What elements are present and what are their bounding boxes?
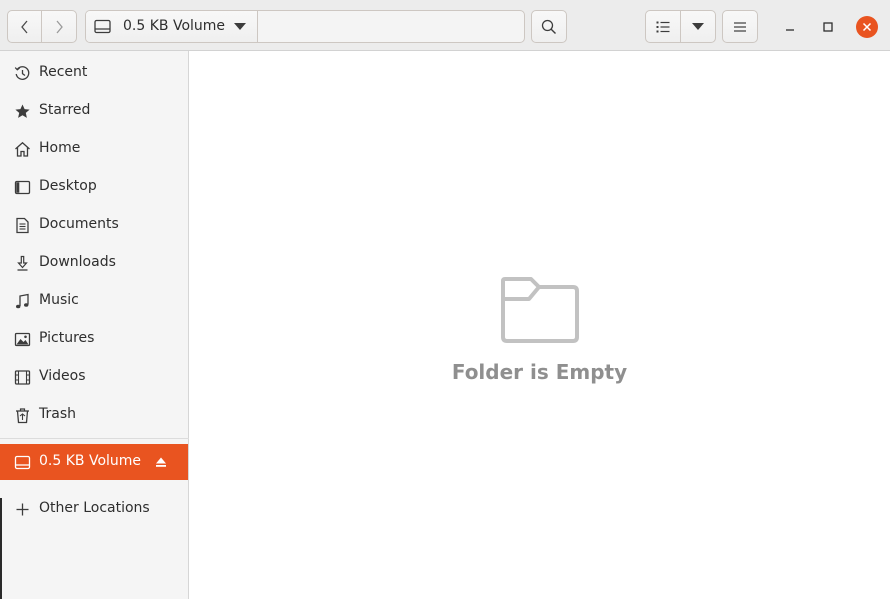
drive-icon bbox=[14, 455, 31, 470]
sidebar-separator bbox=[0, 438, 189, 439]
home-icon bbox=[15, 141, 30, 157]
sidebar-item-label: Documents bbox=[39, 216, 119, 232]
search-button[interactable] bbox=[531, 10, 567, 43]
sidebar-item-pictures[interactable]: Pictures bbox=[0, 321, 188, 357]
sidebar-item-downloads[interactable]: Downloads bbox=[0, 245, 188, 281]
list-view-icon bbox=[656, 21, 670, 32]
video-icon bbox=[14, 370, 31, 385]
back-button[interactable] bbox=[7, 10, 42, 43]
trash-icon bbox=[16, 408, 29, 424]
document-icon bbox=[16, 217, 29, 234]
sidebar-item-volume[interactable]: 0.5 KB Volume bbox=[0, 444, 188, 480]
sidebar-item-label: Videos bbox=[39, 368, 86, 384]
file-manager-window: 0.5 KB Volume Recent Starred Home Deskto… bbox=[0, 0, 890, 599]
sidebar-item-label: Trash bbox=[39, 406, 76, 422]
minimize-button[interactable] bbox=[778, 16, 802, 38]
music-icon bbox=[16, 293, 29, 309]
desktop-icon bbox=[14, 180, 31, 195]
folder-icon bbox=[501, 277, 579, 343]
eject-icon[interactable] bbox=[155, 456, 167, 468]
sidebar-item-label: Pictures bbox=[39, 330, 95, 346]
sidebar: Recent Starred Home Desktop Documents Do… bbox=[0, 51, 189, 599]
sidebar-item-trash[interactable]: Trash bbox=[0, 397, 188, 433]
content-area[interactable]: Folder is Empty bbox=[189, 51, 890, 599]
location-label: 0.5 KB Volume bbox=[123, 18, 226, 34]
sidebar-item-label: Starred bbox=[39, 102, 91, 118]
sidebar-item-starred[interactable]: Starred bbox=[0, 93, 188, 129]
minimize-icon bbox=[786, 29, 794, 31]
header-bar: 0.5 KB Volume bbox=[0, 0, 890, 51]
plus-icon bbox=[16, 503, 29, 516]
main-menu-button[interactable] bbox=[722, 10, 758, 43]
forward-button[interactable] bbox=[41, 10, 77, 43]
location-button[interactable]: 0.5 KB Volume bbox=[86, 11, 258, 42]
path-bar: 0.5 KB Volume bbox=[85, 10, 525, 43]
sidebar-item-label: Other Locations bbox=[39, 500, 150, 516]
sidebar-item-label: 0.5 KB Volume bbox=[39, 453, 142, 469]
sidebar-item-music[interactable]: Music bbox=[0, 283, 188, 319]
sidebar-item-documents[interactable]: Documents bbox=[0, 207, 188, 243]
star-icon bbox=[15, 104, 30, 118]
sidebar-item-recent[interactable]: Recent bbox=[0, 55, 188, 91]
sidebar-item-home[interactable]: Home bbox=[0, 131, 188, 167]
dropdown-arrow-icon bbox=[234, 23, 246, 30]
sidebar-item-label: Home bbox=[39, 140, 81, 156]
sidebar-item-desktop[interactable]: Desktop bbox=[0, 169, 188, 205]
search-icon bbox=[541, 19, 556, 34]
empty-folder-message: Folder is Empty bbox=[451, 360, 628, 384]
maximize-icon bbox=[823, 22, 833, 32]
window-edge bbox=[0, 498, 2, 599]
sidebar-item-label: Recent bbox=[39, 64, 88, 80]
chevron-right-icon bbox=[56, 20, 63, 33]
close-button[interactable] bbox=[856, 16, 878, 38]
sidebar-item-other-locations[interactable]: Other Locations bbox=[0, 491, 188, 527]
maximize-button[interactable] bbox=[816, 16, 840, 38]
hamburger-menu-icon bbox=[734, 21, 746, 32]
sidebar-item-label: Music bbox=[39, 292, 79, 308]
picture-icon bbox=[14, 332, 31, 347]
chevron-left-icon bbox=[20, 20, 27, 33]
clock-icon bbox=[14, 66, 30, 80]
list-view-button[interactable] bbox=[645, 10, 681, 43]
view-options-button[interactable] bbox=[680, 10, 716, 43]
sidebar-item-label: Desktop bbox=[39, 178, 97, 194]
close-icon bbox=[862, 22, 872, 32]
sidebar-item-label: Downloads bbox=[39, 254, 116, 270]
dropdown-arrow-icon bbox=[692, 23, 704, 30]
drive-icon bbox=[94, 19, 111, 34]
download-icon bbox=[17, 255, 28, 271]
sidebar-item-videos[interactable]: Videos bbox=[0, 359, 188, 395]
